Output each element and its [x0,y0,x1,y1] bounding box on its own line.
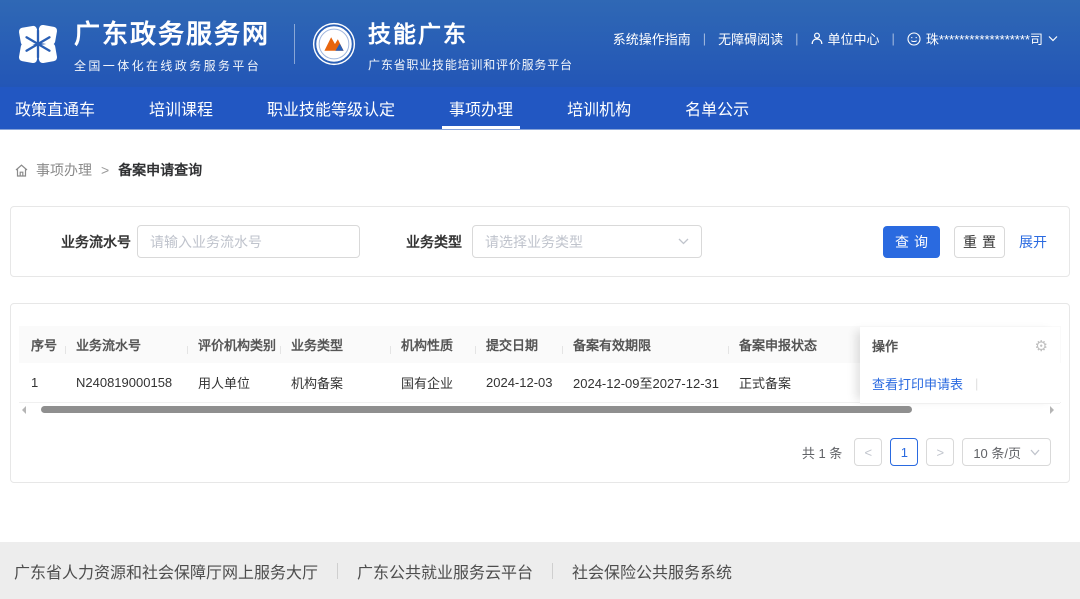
unit-center-link[interactable]: 单位中心 [811,29,880,48]
site-subtitle: 广东省职业技能培训和评价服务平台 [368,56,573,73]
type-select[interactable]: 请选择业务类型 [472,225,702,258]
skill-guangdong-badge-icon [311,21,357,67]
col-category: 评价机构类别 [188,335,281,354]
expand-link[interactable]: 展开 [1019,232,1047,252]
col-action: 操作 [872,336,898,355]
user-account-menu[interactable]: 珠******************司 [907,29,1058,48]
prev-page-button[interactable]: < [854,438,882,466]
type-label: 业务类型 [406,232,462,252]
action-cell: 查看打印申请表 | [860,364,1060,404]
footer-link-hr-hall[interactable]: 广东省人力资源和社会保障厅网上服务大厅 [14,559,318,583]
nav-item-policy[interactable]: 政策直通车 [2,87,108,129]
chevron-down-icon [1030,449,1040,456]
breadcrumb-current: 备案申请查询 [118,160,202,180]
site-logo-block[interactable]: 技能广东 广东省职业技能培训和评价服务平台 [311,15,573,73]
scrollbar-thumb[interactable] [41,406,912,413]
site-header: 广东政务服务网 全国一体化在线政务服务平台 技能广东 广东省职业技能培训和评价服… [0,0,1080,87]
col-validity: 备案有效期限 [563,335,729,354]
col-serial: 业务流水号 [66,335,188,354]
page-size-value: 10 条/页 [973,443,1021,462]
portal-logo-block[interactable]: 广东政务服务网 全国一体化在线政务服务平台 [15,14,270,74]
nav-item-skill-certification[interactable]: 职业技能等级认定 [254,87,408,129]
filter-panel: 业务流水号 业务类型 请选择业务类型 查询 重置 展开 [10,206,1070,277]
cell-status: 正式备案 [729,373,863,392]
breadcrumb: 事项办理 > 备案申请查询 [14,160,1080,180]
reset-button[interactable]: 重置 [954,226,1005,258]
cell-category: 用人单位 [188,373,281,392]
footer-link-employment-cloud[interactable]: 广东公共就业服务云平台 [357,559,533,583]
view-print-application-link[interactable]: 查看打印申请表 [872,374,963,393]
page: 广东政务服务网 全国一体化在线政务服务平台 技能广东 广东省职业技能培训和评价服… [0,0,1080,599]
site-title: 技能广东 [368,15,573,49]
nav-item-matter-handling[interactable]: 事项办理 [436,87,526,129]
serial-input[interactable] [137,225,360,258]
cell-nature: 国有企业 [391,373,476,392]
pagination: 共 1 条 < 1 > 10 条/页 [19,438,1061,466]
col-index: 序号 [19,335,66,354]
type-select-placeholder: 请选择业务类型 [485,232,583,252]
col-submit-date: 提交日期 [476,335,563,354]
cell-serial: N240819000158 [66,375,188,390]
col-status: 备案申报状态 [729,335,863,354]
action-column-header: 操作 ⚙ [860,327,1060,364]
nav-item-courses[interactable]: 培训课程 [136,87,226,129]
unit-center-label: 单位中心 [828,29,880,48]
current-page-button[interactable]: 1 [890,438,918,466]
pagination-total: 共 1 条 [802,443,842,462]
horizontal-scrollbar [19,403,1061,417]
chevron-down-icon [1048,35,1058,42]
gear-icon[interactable]: ⚙ [1035,337,1048,355]
header-links: 系统操作指南 | 无障碍阅读 | 单位中心 | 珠************ [613,29,1058,48]
home-icon[interactable] [14,163,29,178]
page-size-select[interactable]: 10 条/页 [962,438,1051,466]
username-label: 珠******************司 [926,29,1043,48]
portal-title: 广东政务服务网 [74,14,270,51]
footer-separator [552,563,553,579]
cell-type: 机构备案 [281,373,391,392]
filter-actions: 查询 重置 展开 [883,226,1047,258]
result-table-panel: 序号 业务流水号 评价机构类别 业务类型 机构性质 提交日期 备案有效期限 备案… [10,303,1070,483]
footer: 广东省人力资源和社会保障厅网上服务大厅 广东公共就业服务云平台 社会保险公共服务… [0,542,1080,599]
gov-pinwheel-logo-icon [15,21,61,67]
fixed-action-column: 操作 ⚙ 查看打印申请表 | [860,327,1060,404]
portal-subtitle: 全国一体化在线政务服务平台 [74,57,270,74]
cell-submit-date: 2024-12-03 [476,375,563,390]
scroll-right-arrow-icon[interactable] [1050,406,1054,414]
breadcrumb-parent[interactable]: 事项办理 [36,160,92,180]
cell-index: 1 [19,375,66,390]
user-avatar-icon [907,32,921,46]
nav-item-institutions[interactable]: 培训机构 [554,87,644,129]
breadcrumb-divider: > [101,162,109,178]
accessibility-link[interactable]: 无障碍阅读 [718,29,783,48]
cell-validity: 2024-12-09至2027-12-31 [563,373,729,392]
scroll-left-arrow-icon[interactable] [22,406,26,414]
next-page-button[interactable]: > [926,438,954,466]
footer-separator [337,563,338,579]
nav-item-public-list[interactable]: 名单公示 [672,87,762,129]
header-link-separator: | [892,31,895,46]
guide-link[interactable]: 系统操作指南 [613,29,691,48]
search-button[interactable]: 查询 [883,226,940,258]
person-icon [811,32,823,45]
site-text: 技能广东 广东省职业技能培训和评价服务平台 [368,15,573,73]
main-nav: 政策直通车 培训课程 职业技能等级认定 事项办理 培训机构 名单公示 [0,87,1080,130]
col-type: 业务类型 [281,335,391,354]
action-divider: | [975,376,978,391]
header-link-separator: | [703,31,706,46]
header-divider [294,24,295,64]
col-nature: 机构性质 [391,335,476,354]
serial-label: 业务流水号 [61,232,131,252]
header-link-separator: | [795,31,798,46]
portal-text: 广东政务服务网 全国一体化在线政务服务平台 [74,14,270,74]
chevron-down-icon [678,238,689,245]
footer-link-social-insurance[interactable]: 社会保险公共服务系统 [572,559,732,583]
